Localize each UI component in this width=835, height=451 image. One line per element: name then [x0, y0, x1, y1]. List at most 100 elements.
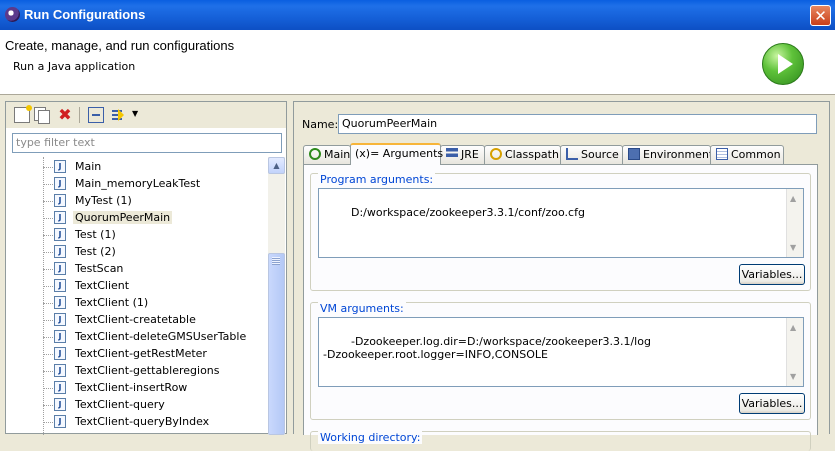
- working-directory-group: Working directory:: [310, 431, 811, 451]
- tree-item[interactable]: J TextClient-insertRow: [43, 380, 268, 397]
- tab-main-label: Main: [324, 148, 351, 161]
- vm-arguments-label: VM arguments:: [318, 302, 406, 315]
- vm-arguments-text: -Dzookeeper.log.dir=D:/workspace/zookeep…: [323, 335, 651, 361]
- tree-item-label: TextClient-deleteGMSUserTable: [75, 330, 247, 343]
- java-application-icon: J: [54, 364, 66, 377]
- tab-environment-label: Environment: [643, 148, 714, 161]
- program-arguments-input[interactable]: D:/workspace/zookeeper3.3.1/conf/zoo.cfg…: [318, 188, 804, 258]
- scroll-up-icon[interactable]: ▲: [790, 321, 796, 334]
- tree-item-label: Test (2): [75, 245, 116, 258]
- tree-item-label: TextClient-createtable: [75, 313, 196, 326]
- filter-dropdown-icon[interactable]: ▼: [132, 109, 138, 118]
- tree-item-label: Main_memoryLeakTest: [75, 177, 201, 190]
- java-application-icon: J: [54, 381, 66, 394]
- tab-strip: Main (x)= Arguments JRE Classpath Source…: [303, 143, 818, 165]
- tree-item-label: TextClient (1): [75, 296, 149, 309]
- tab-arguments-label: (x)= Arguments: [355, 147, 444, 160]
- tree-item[interactable]: J Test (1): [43, 227, 268, 244]
- java-application-icon: J: [54, 347, 66, 360]
- configurations-panel: ✖ ▼ type filter text J Main J Main_memoryLe…: [5, 101, 287, 435]
- program-variables-button[interactable]: Variables...: [739, 264, 805, 285]
- tree-connector: [43, 320, 53, 321]
- tree-item-label: TextClient-queryByIndex: [75, 415, 210, 428]
- tab-environment[interactable]: Environment: [622, 145, 714, 165]
- tree-item[interactable]: J TextClient-gettableregions: [43, 363, 268, 380]
- tree-item-label: TextClient: [75, 279, 130, 292]
- dialog-header: Create, manage, and run configurations R…: [0, 30, 835, 95]
- tree-scrollbar[interactable]: ▲: [268, 157, 285, 435]
- title-bar: Run Configurations ✕: [0, 0, 835, 30]
- vm-variables-button[interactable]: Variables...: [739, 393, 805, 414]
- collapse-all-icon[interactable]: [88, 107, 104, 123]
- tree-item-label: TextClient-gettableregions: [75, 364, 220, 377]
- filter-icon[interactable]: [110, 107, 126, 123]
- program-arguments-group: Program arguments: D:/workspace/zookeepe…: [310, 173, 811, 291]
- tree-item[interactable]: J TextClient-getRestMeter: [43, 346, 268, 363]
- tab-common-label: Common: [731, 148, 781, 161]
- tree-item[interactable]: J TextClient: [43, 278, 268, 295]
- tree-item[interactable]: J TestScan: [43, 261, 268, 278]
- window-title: Run Configurations: [24, 7, 146, 22]
- delete-icon[interactable]: ✖: [57, 107, 73, 123]
- java-application-icon: J: [54, 398, 66, 411]
- tree-item-label: Test (1): [75, 228, 116, 241]
- tab-source[interactable]: Source: [560, 145, 623, 165]
- configurations-tree: J Main J Main_memoryLeakTest J MyTest (1) J Quo…: [6, 157, 268, 435]
- tree-connector: [43, 388, 53, 389]
- tree-connector: [43, 422, 53, 423]
- tree-item[interactable]: J Main: [43, 159, 268, 176]
- tree-item[interactable]: J TextClient-queryByIndex: [43, 414, 268, 431]
- name-field[interactable]: QuorumPeerMain: [338, 114, 817, 134]
- vm-arguments-group: VM arguments: -Dzookeeper.log.dir=D:/wor…: [310, 302, 811, 420]
- eclipse-icon: [5, 7, 20, 22]
- name-label: Name:: [302, 118, 339, 131]
- tree-connector: [43, 252, 53, 253]
- tree-item[interactable]: J TextClient-createtable: [43, 312, 268, 329]
- tree-item[interactable]: J TextClient-deleteGMSUserTable: [43, 329, 268, 346]
- classpath-icon: [490, 148, 502, 160]
- tree-item[interactable]: J TextClient-query: [43, 397, 268, 414]
- tree-item-label: TextClient-query: [75, 398, 165, 411]
- tree-item[interactable]: J Test (2): [43, 244, 268, 261]
- tree-connector: [43, 286, 53, 287]
- duplicate-icon[interactable]: [34, 107, 50, 124]
- scroll-up-icon[interactable]: ▲: [790, 192, 796, 205]
- tree-connector: [43, 371, 53, 372]
- tree-item[interactable]: J Main_memoryLeakTest: [43, 176, 268, 193]
- tab-main[interactable]: Main: [303, 145, 351, 165]
- java-application-icon: J: [54, 313, 66, 326]
- scroll-up-icon[interactable]: ▲: [268, 157, 285, 174]
- vm-arguments-input[interactable]: -Dzookeeper.log.dir=D:/workspace/zookeep…: [318, 317, 804, 387]
- tree-item-label: TestScan: [75, 262, 124, 275]
- scroll-down-icon[interactable]: ▼: [790, 370, 796, 383]
- source-icon: [566, 148, 578, 160]
- tree-connector: [43, 235, 53, 236]
- tab-common[interactable]: Common: [710, 145, 784, 165]
- program-arguments-scrollbar[interactable]: ▲ ▼: [786, 189, 803, 257]
- tree-connector: [43, 354, 53, 355]
- scrollbar-thumb[interactable]: [268, 253, 285, 435]
- vm-arguments-scrollbar[interactable]: ▲ ▼: [786, 318, 803, 386]
- tree-item-label: TextClient-insertRow: [75, 381, 188, 394]
- tree-item-label: TextClient-getRestMeter: [75, 347, 207, 360]
- close-button[interactable]: ✕: [810, 5, 831, 26]
- tab-classpath[interactable]: Classpath: [484, 145, 561, 165]
- filter-input[interactable]: type filter text: [12, 133, 282, 153]
- tree-item[interactable]: J MyTest (1): [43, 193, 268, 210]
- working-directory-label: Working directory:: [318, 431, 423, 444]
- tree-item[interactable]: J TextClient (1): [43, 295, 268, 312]
- tab-arguments[interactable]: (x)= Arguments: [350, 143, 444, 165]
- toolbar-separator: [79, 107, 80, 123]
- program-arguments-text: D:/workspace/zookeeper3.3.1/conf/zoo.cfg: [350, 206, 585, 219]
- java-application-icon: J: [54, 160, 66, 173]
- tab-jre-label: JRE: [461, 148, 479, 161]
- arguments-tab-content: Program arguments: D:/workspace/zookeepe…: [303, 164, 818, 451]
- tree-connector: [43, 269, 53, 270]
- tree-item[interactable]: J QuorumPeerMain: [43, 210, 268, 227]
- new-configuration-icon[interactable]: [14, 105, 32, 123]
- tab-jre[interactable]: JRE: [440, 145, 485, 165]
- tree-connector: [43, 184, 53, 185]
- scroll-down-icon[interactable]: ▼: [790, 241, 796, 254]
- tree-item-label: Main: [75, 160, 102, 173]
- environment-icon: [628, 148, 640, 160]
